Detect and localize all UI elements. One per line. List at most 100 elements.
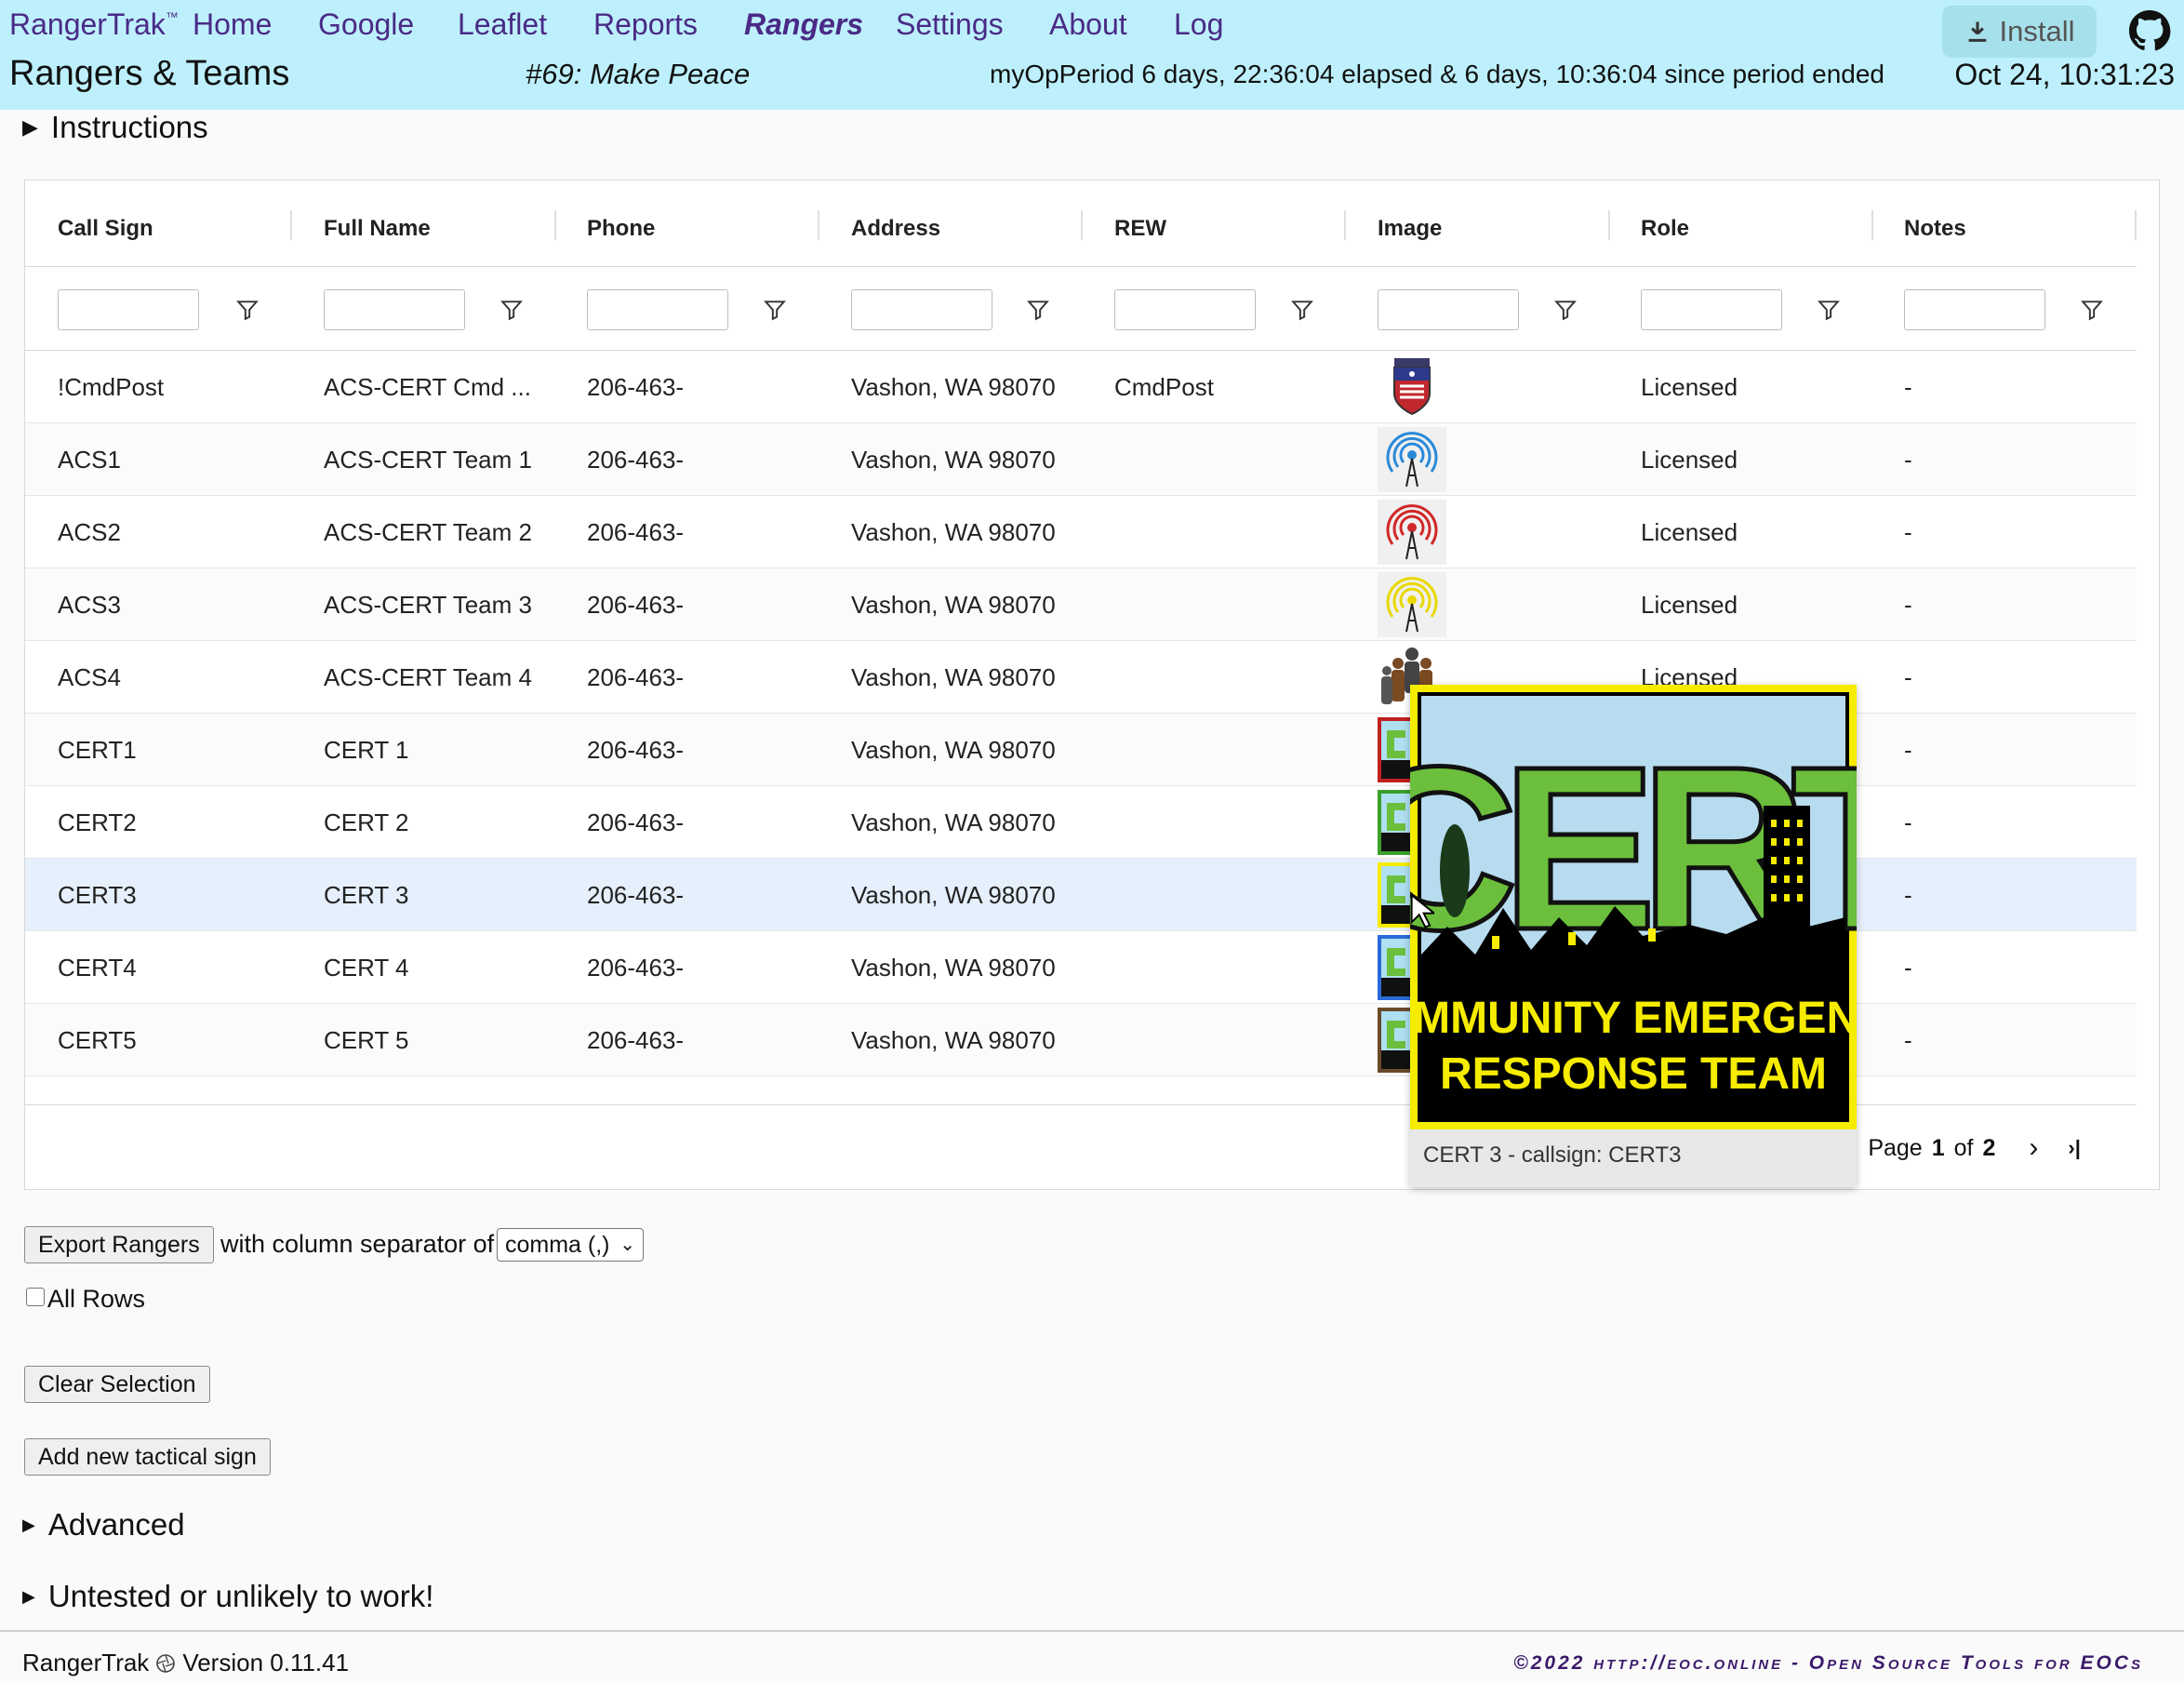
untested-toggle[interactable]: ▶ Untested or unlikely to work!	[22, 1579, 433, 1614]
cell-address: Vashon, WA 98070	[851, 954, 1056, 982]
nav-about[interactable]: About	[1049, 7, 1127, 42]
col-resizer[interactable]	[818, 210, 819, 240]
cell-address: Vashon, WA 98070	[851, 446, 1056, 474]
table-row[interactable]: ACS1 ACS-CERT Team 1 206-463- Vashon, WA…	[25, 423, 2137, 496]
filter-icon[interactable]	[499, 298, 524, 322]
version-info: RangerTrak Version 0.11.41	[22, 1649, 349, 1677]
triangle-right-icon: ▶	[22, 1586, 35, 1606]
col-resizer[interactable]	[1344, 210, 1346, 240]
col-resizer[interactable]	[1608, 210, 1610, 240]
cell-phone: 206-463-	[587, 518, 685, 546]
command-post-badge-icon[interactable]	[1378, 354, 1446, 420]
next-page-icon[interactable]: ›	[2029, 1132, 2038, 1164]
filter-input-role[interactable]	[1641, 289, 1782, 330]
github-icon[interactable]	[2128, 9, 2171, 52]
filter-icon[interactable]	[763, 298, 787, 322]
filter-input-phone[interactable]	[587, 289, 728, 330]
cell-full-name: CERT 2	[324, 808, 409, 836]
cell-address: Vashon, WA 98070	[851, 736, 1056, 764]
page-of-label: of	[1953, 1134, 1974, 1161]
filter-icon[interactable]	[2080, 298, 2104, 322]
filter-icon[interactable]	[1817, 298, 1841, 322]
cell-full-name: CERT 1	[324, 736, 409, 764]
export-rangers-button[interactable]: Export Rangers	[24, 1226, 214, 1263]
logo-line1-text: COMMUNITY EMERGENCY	[1410, 994, 1857, 1043]
separator-value: comma (,)	[505, 1232, 610, 1258]
logo-line2-text: RESPONSE TEAM	[1440, 1049, 1827, 1099]
col-resizer[interactable]	[1081, 210, 1083, 240]
filter-input-full-name[interactable]	[324, 289, 465, 330]
cell-call-sign: ACS2	[58, 518, 121, 546]
cell-full-name: ACS-CERT Team 3	[324, 591, 532, 619]
nav-rangers[interactable]: Rangers	[744, 7, 863, 42]
col-header-call-sign[interactable]: Call Sign	[58, 216, 153, 242]
add-tactical-sign-button[interactable]: Add new tactical sign	[24, 1438, 271, 1476]
nav-google[interactable]: Google	[318, 7, 414, 42]
instructions-toggle[interactable]: ▶ Instructions	[22, 110, 208, 145]
nav-settings[interactable]: Settings	[896, 7, 1004, 42]
filter-icon[interactable]	[1553, 298, 1578, 322]
col-header-full-name[interactable]: Full Name	[324, 216, 431, 242]
download-icon	[1968, 21, 1986, 42]
cell-call-sign: CERT2	[58, 808, 137, 836]
filter-input-image[interactable]	[1378, 289, 1519, 330]
radio-tower-red-icon[interactable]	[1378, 500, 1446, 565]
col-resizer[interactable]	[290, 210, 292, 240]
install-label: Install	[1999, 15, 2075, 47]
nav-reports[interactable]: Reports	[593, 7, 698, 42]
separator-select[interactable]: comma (,) ⌄	[497, 1228, 644, 1262]
chevron-down-icon: ⌄	[619, 1235, 635, 1255]
cell-call-sign: CERT4	[58, 954, 137, 982]
cell-call-sign: CERT1	[58, 736, 137, 764]
nav-home[interactable]: Home	[193, 7, 272, 42]
col-header-role[interactable]: Role	[1641, 216, 1689, 242]
radio-tower-yellow-icon[interactable]	[1378, 572, 1446, 637]
app-header: RangerTrak™ Home Google Leaflet Reports …	[0, 0, 2184, 110]
filter-input-notes[interactable]	[1904, 289, 2045, 330]
col-header-image[interactable]: Image	[1378, 216, 1442, 242]
nav-log[interactable]: Log	[1174, 7, 1223, 42]
col-resizer[interactable]	[2135, 210, 2137, 240]
nav-leaflet[interactable]: Leaflet	[458, 7, 547, 42]
cell-address: Vashon, WA 98070	[851, 881, 1056, 909]
cell-phone: 206-463-	[587, 808, 685, 836]
cell-phone: 206-463-	[587, 591, 685, 619]
image-preview-popup: CERT COMMUNITY EMERGENCY RESPONSE TEAM C…	[1410, 685, 1857, 1187]
cell-phone: 206-463-	[587, 663, 685, 691]
filter-icon[interactable]	[235, 298, 260, 322]
brand[interactable]: RangerTrak™	[9, 7, 179, 42]
cell-full-name: ACS-CERT Team 2	[324, 518, 532, 546]
footer-divider	[0, 1630, 2184, 1632]
col-header-phone[interactable]: Phone	[587, 216, 655, 242]
col-header-rew[interactable]: REW	[1114, 216, 1166, 242]
footer-app-name: RangerTrak	[22, 1649, 150, 1676]
op-period-status: myOpPeriod 6 days, 22:36:04 elapsed & 6 …	[990, 60, 1884, 88]
cell-notes: -	[1904, 373, 1912, 401]
install-button[interactable]: Install	[1942, 6, 2097, 58]
col-resizer[interactable]	[1871, 210, 1873, 240]
cell-phone: 206-463-	[587, 736, 685, 764]
footer-version: Version 0.11.41	[182, 1649, 350, 1676]
cell-notes: -	[1904, 954, 1912, 982]
copyright-link[interactable]: ©2022 http://eoc.online - Open Source To…	[1513, 1652, 2143, 1675]
filter-input-rew[interactable]	[1114, 289, 1256, 330]
header-divider	[25, 266, 2137, 267]
separator-label: with column separator of	[220, 1230, 495, 1258]
all-rows-checkbox[interactable]	[26, 1288, 45, 1306]
filter-input-address[interactable]	[851, 289, 992, 330]
table-row[interactable]: ACS2 ACS-CERT Team 2 206-463- Vashon, WA…	[25, 496, 2137, 568]
filter-input-call-sign[interactable]	[58, 289, 199, 330]
col-header-address[interactable]: Address	[851, 216, 940, 242]
table-row[interactable]: !CmdPost ACS-CERT Cmd ... 206-463- Vasho…	[25, 351, 2137, 423]
col-header-notes[interactable]: Notes	[1904, 216, 1966, 242]
filter-icon[interactable]	[1290, 298, 1314, 322]
last-page-icon[interactable]: ›|	[2068, 1136, 2080, 1160]
radio-tower-blue-icon[interactable]	[1378, 427, 1446, 492]
col-resizer[interactable]	[554, 210, 556, 240]
filter-icon[interactable]	[1026, 298, 1050, 322]
page-total: 2	[1982, 1134, 1996, 1161]
advanced-toggle[interactable]: ▶ Advanced	[22, 1507, 185, 1543]
cell-notes: -	[1904, 591, 1912, 619]
table-row[interactable]: ACS3 ACS-CERT Team 3 206-463- Vashon, WA…	[25, 568, 2137, 641]
clear-selection-button[interactable]: Clear Selection	[24, 1366, 210, 1403]
